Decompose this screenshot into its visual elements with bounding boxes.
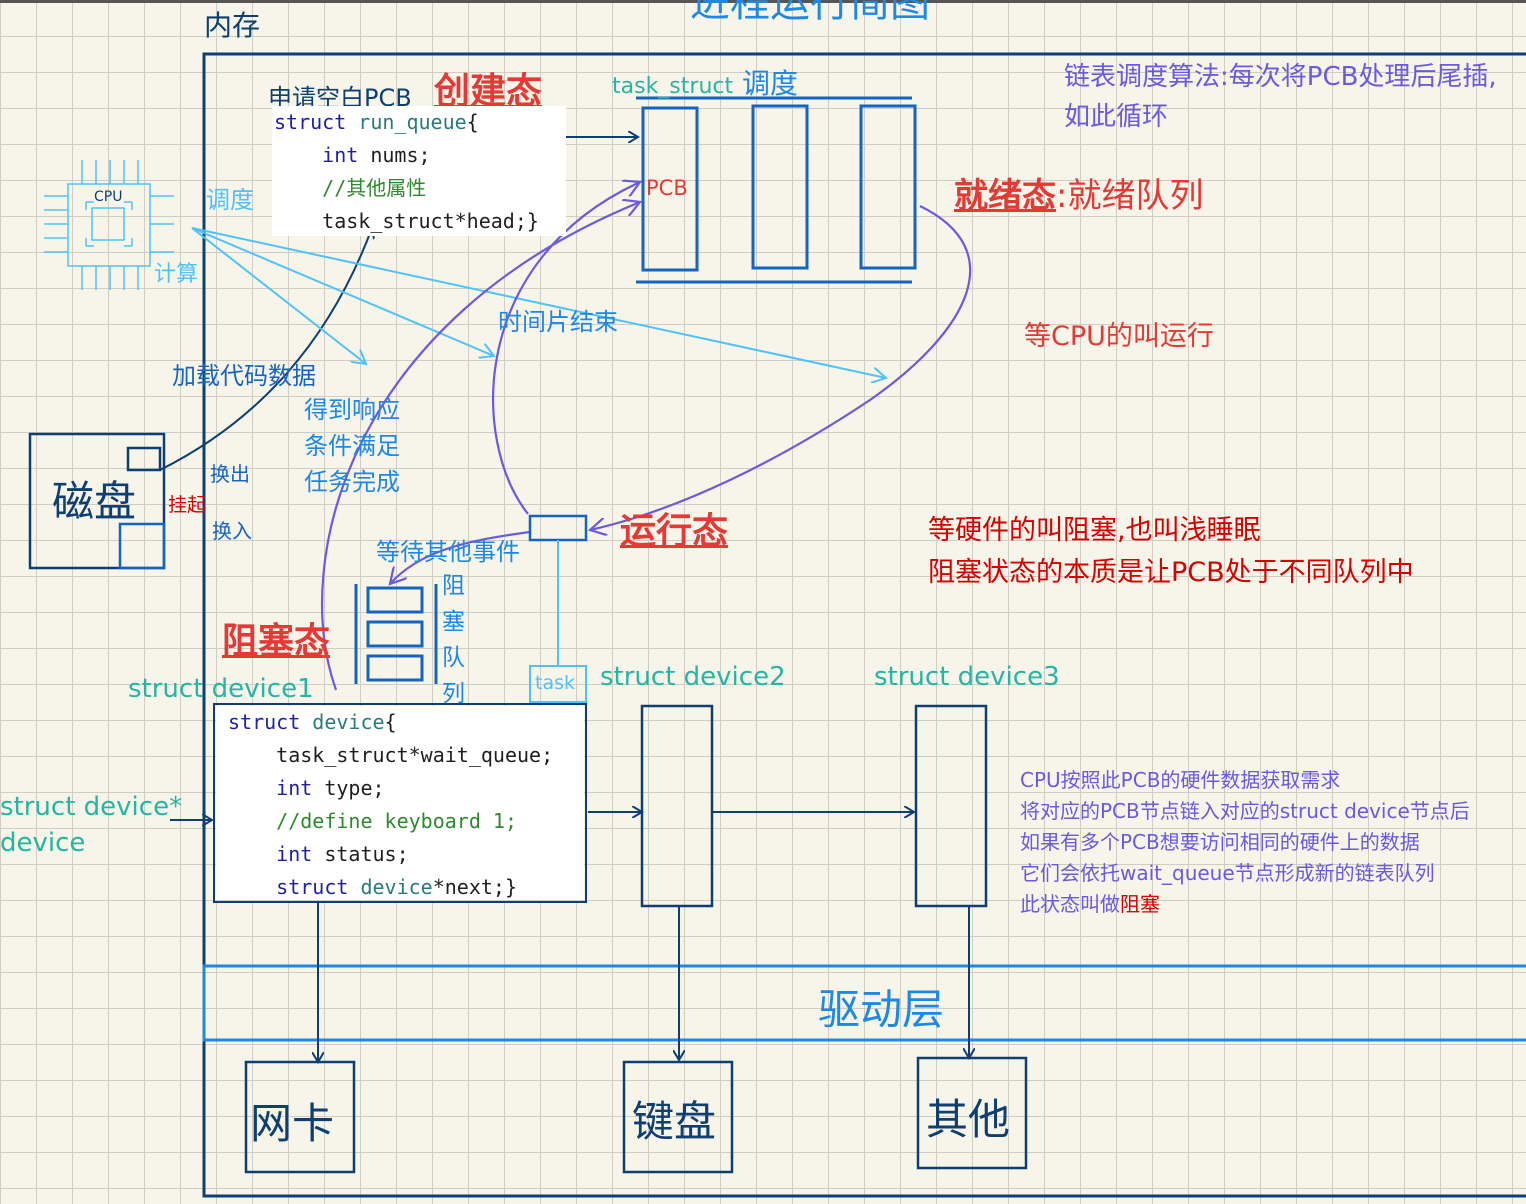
linked-list-note-1: 链表调度算法:每次将PCB处理后尾插,: [1064, 62, 1497, 92]
pcb-label: PCB: [646, 176, 688, 200]
ready-schedule-label: 调度: [742, 67, 799, 100]
response-line-3: 任务完成: [304, 468, 400, 496]
device-ptr-label-2: device: [0, 828, 86, 858]
cpu-note-4: 它们会依托wait_queue节点形成新的链表队列: [1020, 861, 1435, 885]
cpu-note-5: 此状态叫做阻塞: [1020, 888, 1160, 917]
cpu-note-1: CPU按照此PCB的硬件数据获取需求: [1020, 768, 1341, 792]
driver-layer-label: 驱动层: [818, 985, 945, 1034]
cpu-note-highlight: 阻塞: [1120, 892, 1160, 916]
code-line: task_struct*head;}: [274, 209, 539, 233]
blocking-note-1: 等硬件的叫阻塞,也叫浅睡眠: [928, 515, 1261, 546]
swap-out-label: 换出: [210, 462, 250, 486]
device3-box: [914, 704, 988, 908]
wait-event-label: 等待其他事件: [376, 538, 520, 566]
other-label: 其他: [926, 1095, 1011, 1144]
ready-state-title: 就绪态:就绪队列: [954, 168, 1203, 217]
code-line: task_struct*wait_queue;: [228, 743, 554, 767]
blocked-queue-char-3: 队: [442, 645, 465, 671]
cpu-schedule-label: 调度: [206, 186, 254, 214]
code-line: int nums;: [322, 143, 431, 167]
cpu-compute-label: 计算: [154, 262, 199, 287]
device-struct-code: struct device{ task_struct*wait_queue; i…: [216, 706, 584, 900]
load-code-label: 加载代码数据: [172, 362, 316, 390]
page-title: 进程运行简图: [690, 0, 930, 26]
device3-label: struct device3: [874, 662, 1060, 692]
blocked-queue-char-1: 阻: [442, 573, 465, 599]
nic-label: 网卡: [250, 1099, 335, 1148]
run-queue-code: struct run_queue{ int nums; //其他属性 task_…: [272, 106, 566, 236]
device2-label: struct device2: [600, 662, 786, 692]
code-line: //define keyboard 1;: [228, 809, 517, 833]
blocking-note-2: 阻塞状态的本质是让PCB处于不同队列中: [928, 557, 1414, 588]
blocked-queue-char-2: 塞: [442, 609, 465, 635]
blocked-state-title: 阻塞态: [222, 621, 331, 662]
running-state-title: 运行态: [620, 511, 729, 552]
time-slice-label: 时间片结束: [498, 308, 618, 336]
keyboard-label: 键盘: [632, 1097, 717, 1146]
ready-state-name: 就绪态: [954, 176, 1056, 216]
wait-cpu-run-label: 等CPU的叫运行: [1024, 321, 1214, 352]
swap-in-label: 换入: [212, 519, 252, 543]
device2-box: [640, 704, 714, 908]
blocked-queue-char-4: 列: [442, 681, 465, 707]
code-line: int status;: [276, 842, 409, 866]
task-label: task: [535, 672, 575, 694]
task-struct-label: task_struct: [612, 74, 734, 99]
cpu-arrow-2: [191, 227, 494, 356]
cpu-note-3: 如果有多个PCB想要访问相同的硬件上的数据: [1020, 830, 1420, 854]
code-line: //其他属性: [274, 176, 427, 200]
running-pcb-box: [528, 514, 588, 542]
device1-label: struct device1: [128, 674, 314, 704]
code-line: struct device{: [228, 710, 397, 734]
cpu-note-5-text: 此状态叫做: [1020, 892, 1120, 916]
device-ptr-label-1: struct device*: [0, 792, 183, 822]
memory-label: 内存: [204, 9, 261, 42]
response-line-2: 条件满足: [304, 432, 400, 460]
linked-list-note-2: 如此循环: [1064, 102, 1169, 132]
code-line: struct run_queue{: [274, 110, 479, 134]
cpu-chip-label: CPU: [94, 189, 123, 205]
response-line-1: 得到响应: [304, 396, 400, 424]
ready-to-run-curve: [590, 205, 972, 530]
code-line: struct device*next;}: [276, 875, 518, 899]
disk-label: 磁盘: [52, 477, 137, 526]
cpu-note-2: 将对应的PCB节点链入对应的struct device节点后: [1020, 799, 1470, 823]
suspend-label: 挂起: [168, 494, 207, 516]
blocked-queue: [354, 584, 438, 684]
ready-state-subtitle: :就绪队列: [1056, 176, 1204, 216]
code-line: int type;: [276, 776, 385, 800]
